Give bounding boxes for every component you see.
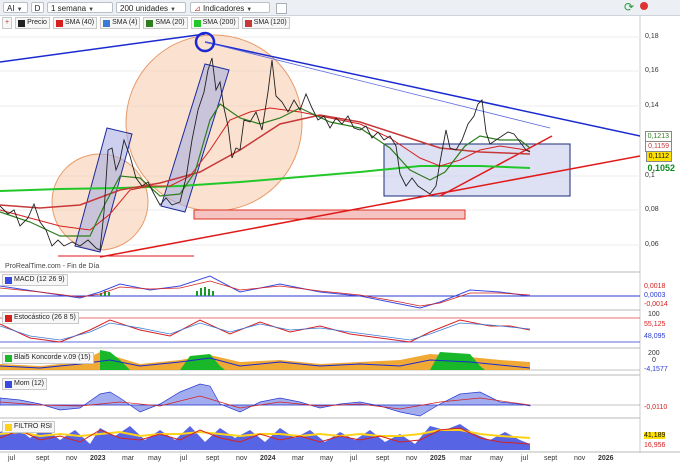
x-tick: nov — [574, 455, 586, 462]
price-tick: 0,14 — [645, 102, 659, 109]
x-tick: nov — [406, 455, 418, 462]
stoch-tick: 100 — [648, 311, 660, 318]
x-tick: jul — [8, 455, 16, 462]
watermark: ProRealTime.com - Fin de Día — [5, 263, 100, 270]
x-tick: jul — [521, 455, 529, 462]
x-tick: may — [490, 455, 504, 462]
rsi-value: 41,189 — [644, 432, 666, 439]
mom-icon — [5, 380, 12, 388]
chart-canvas[interactable] — [0, 0, 680, 465]
x-tick: 2026 — [598, 455, 614, 462]
koncorde-panel-plot — [0, 350, 640, 371]
koncorde-tick: 0 — [652, 357, 656, 364]
rsi-panel-plot — [0, 424, 531, 450]
x-tick: sept — [544, 455, 558, 462]
x-tick: mar — [460, 455, 473, 462]
price-tick: 0,18 — [645, 33, 659, 40]
macd-value: 0,0003 — [644, 292, 666, 299]
stoch-icon — [5, 314, 12, 322]
x-tick: 2024 — [260, 455, 276, 462]
x-tick: 2025 — [430, 455, 446, 462]
stoch-value: 55,125 — [644, 321, 666, 328]
mom-panel-title[interactable]: Mom (12) — [2, 378, 47, 390]
last-price-label: 0,1112 — [645, 151, 672, 162]
macd-panel-title[interactable]: MACD (12 26 9) — [2, 274, 68, 286]
x-tick: jul — [180, 455, 188, 462]
rsi-value: 16,956 — [644, 442, 666, 449]
current-price: 0,1052 — [647, 163, 675, 173]
x-tick: sept — [376, 455, 390, 462]
x-tick: nov — [66, 455, 78, 462]
koncorde-value: -4,1577 — [644, 366, 668, 373]
macd-icon — [5, 276, 12, 284]
stochastic-panel-plot — [0, 317, 640, 343]
koncorde-panel-title[interactable]: Blai5 Koncorde v.09 (15) — [2, 352, 94, 364]
koncorde-icon — [5, 354, 12, 362]
x-tick: nov — [236, 455, 248, 462]
rsi-panel-title[interactable]: FILTRO RSI — [2, 421, 55, 433]
x-tick: sept — [206, 455, 220, 462]
stoch-panel-title[interactable]: Estocástico (26 8 5) — [2, 312, 79, 324]
macd-value: -0,0014 — [644, 301, 668, 308]
x-tick: 2023 — [90, 455, 106, 462]
momentum-panel-plot — [0, 383, 640, 417]
x-tick: mar — [122, 455, 135, 462]
x-tick: jul — [350, 455, 358, 462]
x-tick: may — [148, 455, 162, 462]
price-tick: 0,16 — [645, 67, 659, 74]
macd-value: 0,0018 — [644, 283, 666, 290]
price-tick: 0,06 — [645, 241, 659, 248]
stoch-value: 48,095 — [644, 333, 666, 340]
x-tick: sept — [36, 455, 50, 462]
x-tick: may — [320, 455, 334, 462]
price-tick: 0,08 — [645, 206, 659, 213]
macd-panel-plot — [0, 275, 640, 309]
x-tick: mar — [292, 455, 305, 462]
rsi-icon — [5, 423, 12, 431]
mom-value: -0,0110 — [644, 404, 668, 411]
koncorde-tick: 200 — [648, 350, 660, 357]
